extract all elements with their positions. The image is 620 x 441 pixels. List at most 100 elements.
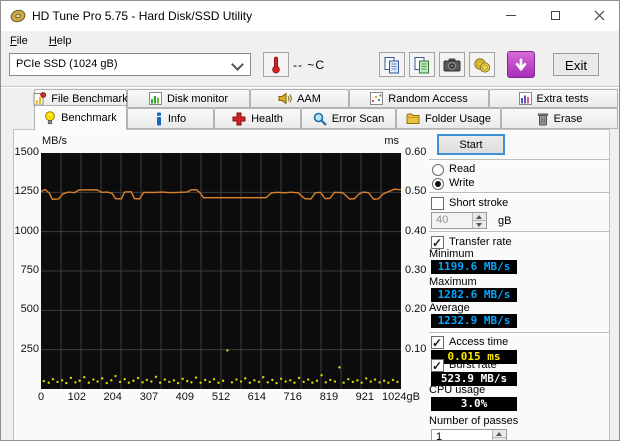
tab-label: Folder Usage — [424, 112, 492, 125]
separator — [429, 332, 609, 334]
maximum-value: 1282.6 MB/s — [431, 288, 517, 302]
tab-label: Erase — [553, 112, 583, 125]
passes-spinner[interactable]: 1 — [431, 429, 507, 441]
left-axis-tick: 1250 — [14, 185, 39, 198]
maximize-icon — [550, 11, 560, 20]
tab-label: Extra tests — [536, 92, 589, 105]
window-title: HD Tune Pro 5.75 - Hard Disk/SSD Utility — [32, 9, 253, 23]
coins-icon — [474, 57, 491, 73]
tab-erase[interactable]: Erase — [501, 108, 618, 129]
tab-disk-monitor[interactable]: Disk monitor — [127, 89, 250, 108]
lightbulb-icon — [45, 110, 56, 124]
temperature-unit: ~C — [307, 58, 326, 72]
tab-label: Info — [167, 112, 187, 125]
minimize-button[interactable] — [489, 1, 533, 30]
left-axis-tick: 750 — [20, 264, 39, 276]
left-axis-unit: MB/s — [42, 135, 68, 147]
camera-icon — [443, 58, 461, 71]
close-icon — [594, 10, 604, 21]
tab-health[interactable]: Health — [214, 108, 301, 129]
x-axis-tick: 716 — [283, 391, 302, 403]
tab-folder-usage[interactable]: Folder Usage — [396, 108, 501, 129]
read-radio[interactable] — [432, 164, 444, 176]
tab-label: Error Scan — [331, 112, 385, 125]
x-axis-tick: 102 — [67, 391, 87, 403]
commands-button[interactable] — [469, 52, 495, 77]
minimum-label: Minimum — [429, 248, 474, 260]
tab-label: File Benchmark — [51, 92, 128, 105]
tab-random-access[interactable]: Random Access — [349, 89, 489, 108]
spinner-up-icon[interactable] — [472, 213, 486, 220]
tab-label: Benchmark — [61, 112, 117, 124]
spinner-down-icon[interactable] — [472, 220, 486, 228]
maximum-label: Maximum — [429, 276, 477, 288]
burst-rate-label: Burst rate — [449, 359, 497, 371]
tab-aam[interactable]: AAM — [250, 89, 349, 108]
minimum-value: 1199.6 MB/s — [431, 260, 517, 274]
x-axis-tick: 921 — [355, 391, 374, 403]
passes-value: 1 — [436, 431, 443, 441]
read-label: Read — [449, 163, 476, 175]
magnifier-icon — [313, 112, 327, 126]
short-stroke-unit: gB — [498, 215, 512, 227]
menu-help[interactable]: Help — [40, 31, 81, 50]
left-axis-tick: 250 — [20, 342, 39, 355]
tab-extra-tests[interactable]: Extra tests — [489, 89, 618, 108]
temperature-value: -- — [293, 58, 303, 72]
passes-label: Number of passes — [429, 415, 519, 427]
close-button[interactable] — [577, 1, 619, 30]
title-bar[interactable]: HD Tune Pro 5.75 - Hard Disk/SSD Utility — [1, 1, 619, 31]
download-arrow-icon — [515, 57, 527, 71]
left-axis-tick: 1000 — [14, 224, 39, 237]
random-access-icon — [370, 92, 384, 105]
menu-bar: File Help — [1, 31, 619, 52]
x-axis-tick: 307 — [139, 391, 159, 403]
x-axis-tick: 512 — [211, 391, 231, 403]
tab-benchmark[interactable]: Benchmark — [34, 105, 127, 130]
spinner-up-icon[interactable] — [492, 430, 506, 437]
right-axis-tick: 0.60 — [405, 146, 427, 158]
x-axis-tick: 819 — [319, 391, 339, 403]
tab-info[interactable]: Info — [127, 108, 214, 129]
short-stroke-label: Short stroke — [449, 197, 509, 209]
temperature-readout: -- ~C — [293, 58, 325, 72]
x-axis-tick: 1024gB — [382, 391, 420, 403]
file-benchmark-icon — [33, 91, 47, 105]
spinner-down-icon[interactable] — [492, 437, 506, 440]
copy-button[interactable] — [379, 52, 405, 77]
separator — [429, 231, 609, 233]
right-axis-tick: 0.10 — [405, 342, 427, 355]
minimize-icon — [506, 15, 516, 16]
start-button[interactable]: Start — [437, 134, 505, 155]
copy-icon — [384, 56, 399, 73]
short-stroke-checkbox[interactable] — [431, 197, 444, 210]
maximize-button[interactable] — [533, 1, 577, 30]
thermometer-icon — [272, 56, 280, 74]
x-axis-tick: 409 — [175, 391, 194, 403]
right-axis-tick: 0.30 — [405, 264, 427, 276]
drive-selector-value: PCIe SSD (1024 gB) — [16, 58, 118, 70]
exit-button[interactable]: Exit — [553, 53, 599, 76]
menu-file[interactable]: File — [1, 31, 37, 50]
speaker-icon — [278, 92, 292, 105]
tab-error-scan[interactable]: Error Scan — [301, 108, 396, 129]
access-time-label: Access time — [449, 336, 509, 348]
x-axis-tick: 0 — [37, 391, 45, 403]
info-icon — [156, 112, 161, 125]
hd-tune-window: HD Tune Pro 5.75 - Hard Disk/SSD Utility… — [0, 0, 620, 441]
cpu-usage-label: CPU usage — [429, 384, 486, 396]
copy-results-button[interactable] — [409, 52, 435, 77]
screenshot-button[interactable] — [439, 52, 465, 77]
right-axis-tick: 0.20 — [405, 303, 427, 316]
chevron-down-icon — [231, 58, 244, 71]
download-button[interactable] — [507, 51, 535, 78]
average-value: 1232.9 MB/s — [431, 314, 517, 328]
x-axis-tick: 614 — [247, 391, 267, 403]
temperature-button[interactable] — [263, 52, 289, 77]
trash-icon — [537, 112, 548, 125]
health-cross-icon — [232, 112, 246, 125]
drive-selector[interactable]: PCIe SSD (1024 gB) — [9, 53, 251, 76]
burst-rate-checkbox[interactable] — [431, 359, 444, 373]
right-axis-unit: ms — [384, 135, 399, 147]
tab-label: AAM — [297, 92, 321, 105]
